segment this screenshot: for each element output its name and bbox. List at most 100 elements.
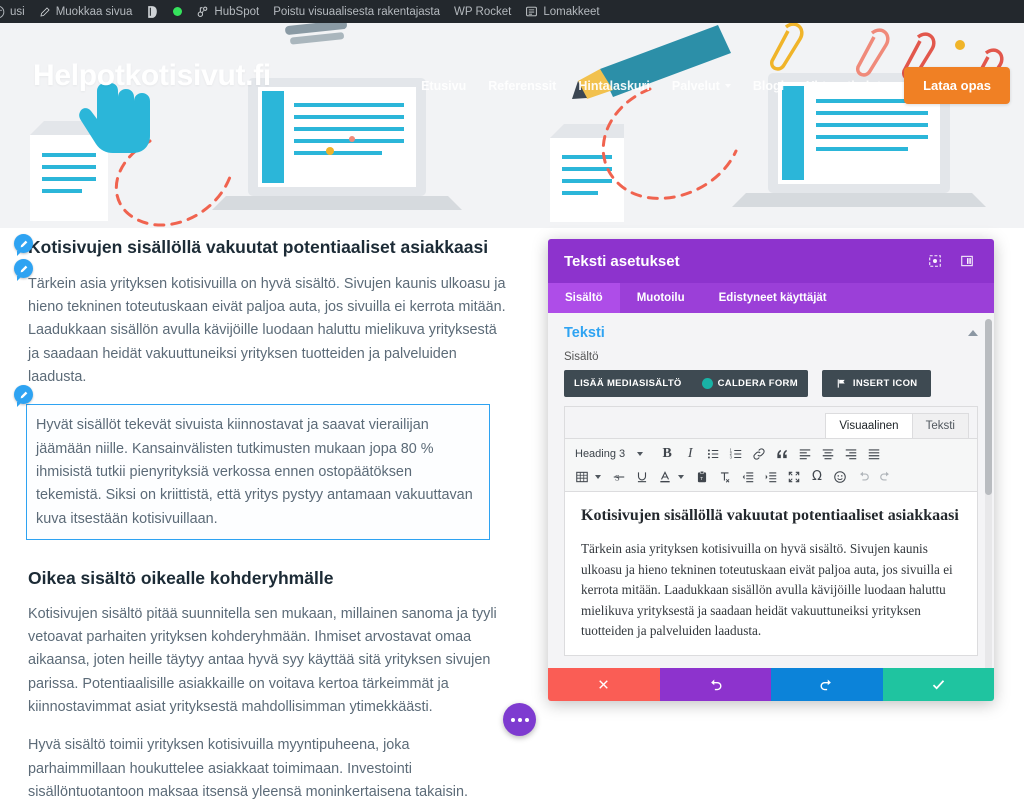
special-character-icon[interactable]: Ω xyxy=(806,466,828,487)
format-select-value: Heading 3 xyxy=(575,447,626,460)
pencil-icon xyxy=(39,6,51,18)
hero-illustration xyxy=(0,23,1024,228)
flag-icon xyxy=(837,379,845,388)
article-paragraph-1: Tärkein asia yrityksen kotisivuilla on h… xyxy=(28,275,506,386)
nav-item-blogi-label: Blogi xyxy=(752,78,785,93)
media-button-group: Lisää mediasisältö Caldera Form xyxy=(564,370,808,397)
text-color-chevron-down-icon[interactable] xyxy=(678,474,684,479)
chevron-up-icon[interactable] xyxy=(968,330,978,336)
admin-bar-item-forms[interactable]: Lomakkeet xyxy=(518,0,606,23)
modal-header: Teksti asetukset xyxy=(548,239,994,283)
emoji-icon[interactable] xyxy=(829,466,851,487)
ellipsis-icon xyxy=(524,717,529,722)
tab-edistyneet-kayttajat[interactable]: Edistyneet käyttäjät xyxy=(702,283,844,313)
tab-sisalto[interactable]: Sisältö xyxy=(548,283,620,313)
admin-bar-item-hubspot-label: HubSpot xyxy=(214,5,260,18)
text-color-icon[interactable] xyxy=(654,466,676,487)
admin-bar-item-wp-rocket-label: WP Rocket xyxy=(454,5,512,18)
paste-as-text-icon[interactable]: T xyxy=(691,466,713,487)
align-right-icon[interactable] xyxy=(840,443,862,464)
save-button[interactable] xyxy=(882,668,994,701)
layout-columns-icon[interactable] xyxy=(956,250,978,272)
expand-icon[interactable] xyxy=(924,250,946,272)
modal-scrollbar-thumb[interactable] xyxy=(985,319,992,495)
editor-content-heading: Kotisivujen sisällöllä vakuutat potentia… xyxy=(581,507,959,524)
nav-item-referenssit[interactable]: Referenssit xyxy=(477,79,567,93)
edit-paragraph-1-badge-icon[interactable] xyxy=(14,259,33,281)
admin-bar-item-yoast[interactable] xyxy=(139,0,166,23)
link-icon[interactable] xyxy=(748,443,770,464)
align-center-icon[interactable] xyxy=(817,443,839,464)
wordpress-logo-icon xyxy=(0,5,5,19)
nav-item-yhteystiedot[interactable]: Yhteystiedot xyxy=(795,79,892,93)
undo-button[interactable] xyxy=(659,668,771,701)
content-field-label: Sisältö xyxy=(564,351,599,363)
admin-bar-item-hubspot[interactable]: HubSpot xyxy=(189,0,266,23)
admin-bar-item-exit-builder[interactable]: Poistu visuaalisesta rakentajasta xyxy=(266,0,447,23)
ellipsis-icon xyxy=(517,717,522,722)
align-justify-icon[interactable] xyxy=(863,443,885,464)
builder-menu-fab[interactable] xyxy=(503,703,536,736)
site-hero: Helpotkotisivut.fi Etusivu Referenssit H… xyxy=(0,23,1024,228)
admin-bar-item-status[interactable] xyxy=(166,0,189,23)
format-select[interactable]: Heading 3 xyxy=(571,443,649,464)
clear-formatting-icon[interactable] xyxy=(714,466,736,487)
admin-bar-item-new[interactable]: usi xyxy=(0,0,32,23)
outdent-icon[interactable] xyxy=(737,466,759,487)
tab-teksti[interactable]: Teksti xyxy=(911,413,969,438)
modal-footer xyxy=(548,668,994,701)
wp-admin-bar: usi Muokkaa sivua HubSpot Poistu visuaal… xyxy=(0,0,1024,23)
nav-item-hintalaskuri[interactable]: Hintalaskuri xyxy=(567,79,661,93)
admin-bar-item-exit-builder-label: Poistu visuaalisesta rakentajasta xyxy=(273,5,441,18)
admin-bar-item-edit-page-label: Muokkaa sivua xyxy=(55,5,133,18)
article-paragraph-2-selected[interactable]: Hyvät sisällöt tekevät sivuista kiinnost… xyxy=(26,404,490,541)
indent-icon[interactable] xyxy=(760,466,782,487)
article-paragraph-3: Kotisivujen sisältö pitää suunnitella se… xyxy=(28,605,497,716)
section-title: Teksti xyxy=(564,325,605,341)
numbered-list-icon[interactable]: 123 xyxy=(725,443,747,464)
article-heading-2: Oikea sisältö oikealle kohderyhmälle xyxy=(28,568,334,589)
text-settings-modal: Teksti asetukset Sisältö Muotoilu Edisty… xyxy=(548,239,994,701)
underline-icon[interactable] xyxy=(631,466,653,487)
svg-text:3: 3 xyxy=(730,454,733,459)
section-header-teksti[interactable]: Teksti xyxy=(548,313,994,345)
tab-visuaalinen[interactable]: Visuaalinen xyxy=(825,413,913,438)
status-dot-green-icon xyxy=(173,7,183,16)
redo-icon[interactable] xyxy=(875,466,897,487)
editor-mode-tabs: Visuaalinen Teksti xyxy=(565,407,977,439)
nav-item-palvelut[interactable]: Palvelut xyxy=(661,79,742,93)
download-guide-button[interactable]: Lataa opas xyxy=(904,67,1010,104)
table-icon[interactable] xyxy=(571,466,593,487)
caldera-form-label: Caldera Form xyxy=(717,378,798,389)
nav-item-etusivu[interactable]: Etusivu xyxy=(410,79,477,93)
site-logo[interactable]: Helpotkotisivut.fi xyxy=(33,59,271,93)
cancel-button[interactable] xyxy=(548,668,660,701)
caldera-form-button[interactable]: Caldera Form xyxy=(692,370,808,397)
add-media-button[interactable]: Lisää mediasisältö xyxy=(564,370,692,397)
bold-icon[interactable]: B xyxy=(656,443,678,464)
admin-bar-item-wp-rocket[interactable]: WP Rocket xyxy=(447,0,518,23)
ellipsis-icon xyxy=(510,717,515,722)
editor-toolbar: Heading 3 B I 123 T Ω xyxy=(565,439,977,492)
editor-content-paragraph: Tärkein asia yrityksen kotisivuilla on h… xyxy=(581,541,953,639)
strikethrough-icon[interactable]: S xyxy=(608,466,630,487)
nav-item-blogi[interactable]: Blogi xyxy=(742,79,795,93)
italic-icon[interactable]: I xyxy=(679,443,701,464)
align-left-icon[interactable] xyxy=(794,443,816,464)
undo-icon[interactable] xyxy=(852,466,874,487)
insert-icon-button[interactable]: Insert Icon xyxy=(821,370,932,397)
redo-button[interactable] xyxy=(771,668,883,701)
blockquote-icon[interactable] xyxy=(771,443,793,464)
tab-muotoilu[interactable]: Muotoilu xyxy=(620,283,702,313)
pencil-icon xyxy=(20,240,27,247)
edit-heading-badge-icon[interactable] xyxy=(14,234,33,256)
close-icon xyxy=(599,680,609,689)
pencil-icon xyxy=(20,265,27,272)
admin-bar-item-edit-page[interactable]: Muokkaa sivua xyxy=(32,0,140,23)
toolbar-row-2: S T xyxy=(571,465,971,488)
table-chevron-down-icon[interactable] xyxy=(595,474,601,479)
edit-paragraph-2-badge-icon[interactable] xyxy=(14,385,33,407)
bullet-list-icon[interactable] xyxy=(702,443,724,464)
editor-content-area[interactable]: Kotisivujen sisällöllä vakuutat potentia… xyxy=(565,492,977,655)
fullscreen-icon[interactable] xyxy=(783,466,805,487)
